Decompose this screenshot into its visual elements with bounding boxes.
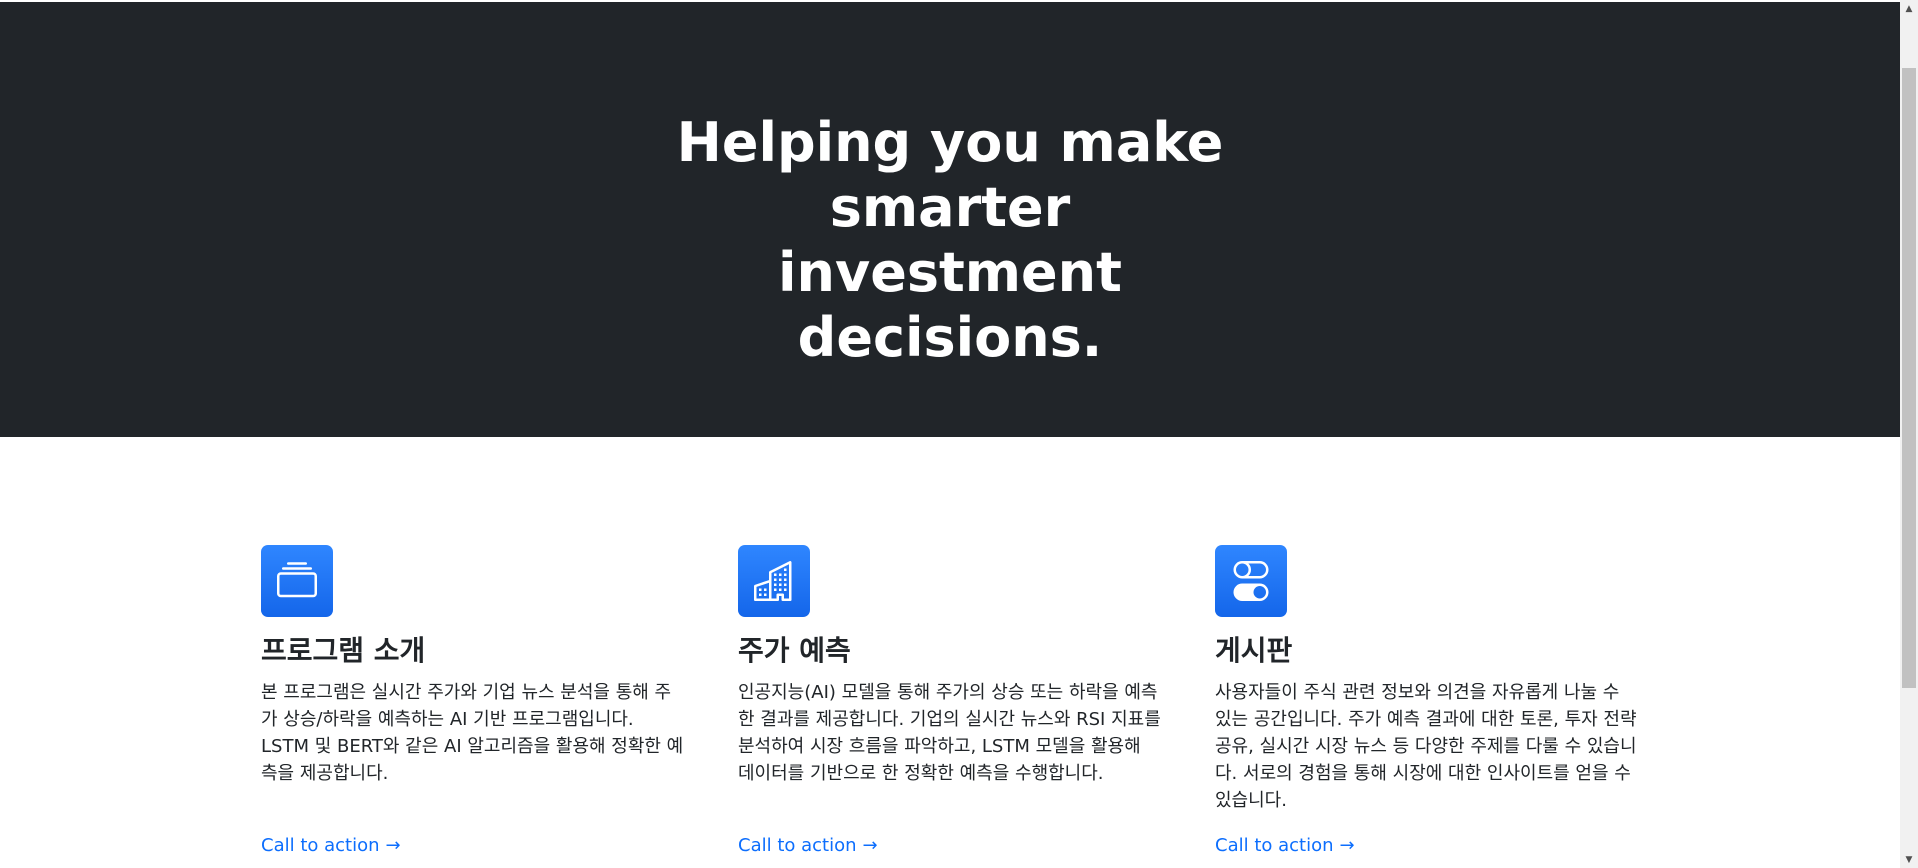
- feature-board: 게시판 사용자들이 주식 관련 정보와 의견을 자유롭게 나눌 수 있는 공간입…: [1215, 545, 1645, 856]
- collection-icon: [261, 545, 333, 617]
- arrow-right-icon: →: [862, 835, 878, 856]
- call-to-action-link[interactable]: Call to action →: [738, 834, 878, 858]
- toggles-icon: [1215, 545, 1287, 617]
- call-to-action-label: Call to action: [1215, 835, 1334, 856]
- hero-title: Helping you make smarter investment deci…: [676, 111, 1224, 369]
- feature-program-intro: 프로그램 소개 본 프로그램은 실시간 주가와 기업 뉴스 분석을 통해 주가 …: [261, 545, 691, 856]
- scroll-up-arrow-icon[interactable]: ▲: [1900, 0, 1918, 17]
- feature-description: 사용자들이 주식 관련 정보와 의견을 자유롭게 나눌 수 있는 공간입니다. …: [1215, 682, 1637, 811]
- call-to-action-label: Call to action: [261, 835, 380, 856]
- hero-section: Helping you make smarter investment deci…: [0, 0, 1900, 437]
- call-to-action-link[interactable]: Call to action →: [261, 834, 401, 858]
- call-to-action-link[interactable]: Call to action →: [1215, 834, 1355, 858]
- feature-description: 본 프로그램은 실시간 주가와 기업 뉴스 분석을 통해 주가 상승/하락을 예…: [261, 682, 684, 784]
- features-section: 프로그램 소개 본 프로그램은 실시간 주가와 기업 뉴스 분석을 통해 주가 …: [0, 437, 1900, 868]
- arrow-right-icon: →: [1339, 835, 1355, 856]
- vertical-scrollbar[interactable]: ▲ ▼: [1900, 0, 1918, 868]
- page: Helping you make smarter investment deci…: [0, 0, 1900, 868]
- arrow-right-icon: →: [385, 835, 401, 856]
- scroll-down-arrow-icon[interactable]: ▼: [1900, 851, 1918, 868]
- feature-stock-prediction: 주가 예측 인공지능(AI) 모델을 통해 주가의 상승 또는 하락을 예측한 …: [738, 545, 1168, 856]
- scrollbar-thumb[interactable]: [1902, 68, 1916, 688]
- feature-title: 주가 예측: [738, 634, 851, 667]
- call-to-action-label: Call to action: [738, 835, 857, 856]
- feature-title: 게시판: [1215, 634, 1293, 667]
- building-icon: [738, 545, 810, 617]
- feature-description: 인공지능(AI) 모델을 통해 주가의 상승 또는 하락을 예측한 결과를 제공…: [738, 682, 1161, 784]
- feature-title: 프로그램 소개: [261, 634, 426, 667]
- browser-viewport: Helping you make smarter investment deci…: [0, 0, 1918, 868]
